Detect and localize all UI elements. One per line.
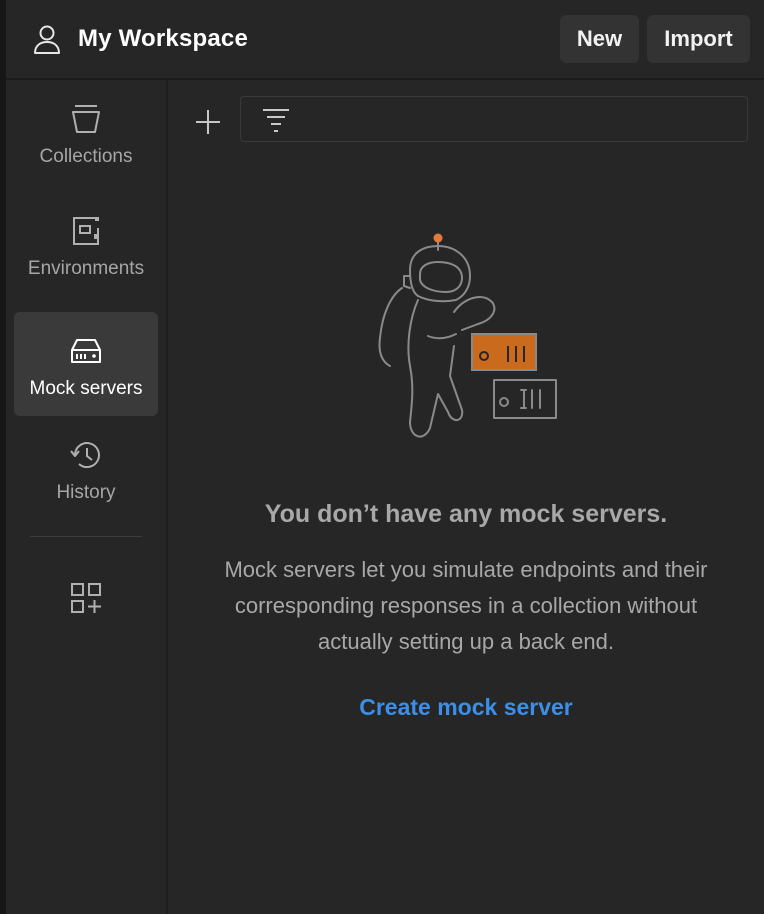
import-button[interactable]: Import [647,15,750,63]
filter-input[interactable] [305,97,739,143]
workspace-header: My Workspace New Import [6,0,764,80]
sidebar-item-label: History [56,482,116,503]
sidebar-item-label: Collections [39,146,133,167]
filter-field[interactable] [240,96,748,143]
astronaut-illustration [378,233,557,438]
history-icon [70,442,100,469]
app-window: My Workspace New Import Collections Envi… [0,0,764,914]
main-panel: You don’t have any mock servers. Mock se… [168,80,764,914]
sidebar: Collections Environments Mock servers Hi… [6,80,168,914]
apps-add-icon[interactable] [68,580,104,616]
user-icon [34,25,60,54]
sidebar-item-mock-servers[interactable]: Mock servers [14,312,158,416]
mock-server-icon [71,339,101,363]
collections-icon [72,105,100,133]
empty-state-description: Mock servers let you simulate endpoints … [224,557,708,654]
environments-icon [73,217,99,245]
filter-icon [263,109,289,132]
sidebar-item-collections[interactable]: Collections [14,80,158,184]
workspace-title[interactable]: My Workspace [78,22,248,56]
sidebar-item-label: Mock servers [29,378,143,399]
sidebar-item-history[interactable]: History [14,416,158,520]
new-button[interactable]: New [560,15,639,63]
create-mock-server-link[interactable]: Create mock server [168,694,764,721]
sidebar-divider [30,536,142,537]
sidebar-item-label: Environments [27,258,145,279]
sidebar-item-environments[interactable]: Environments [14,192,158,296]
empty-state-title: You don’t have any mock servers. [264,500,668,528]
plus-icon[interactable] [190,104,226,140]
